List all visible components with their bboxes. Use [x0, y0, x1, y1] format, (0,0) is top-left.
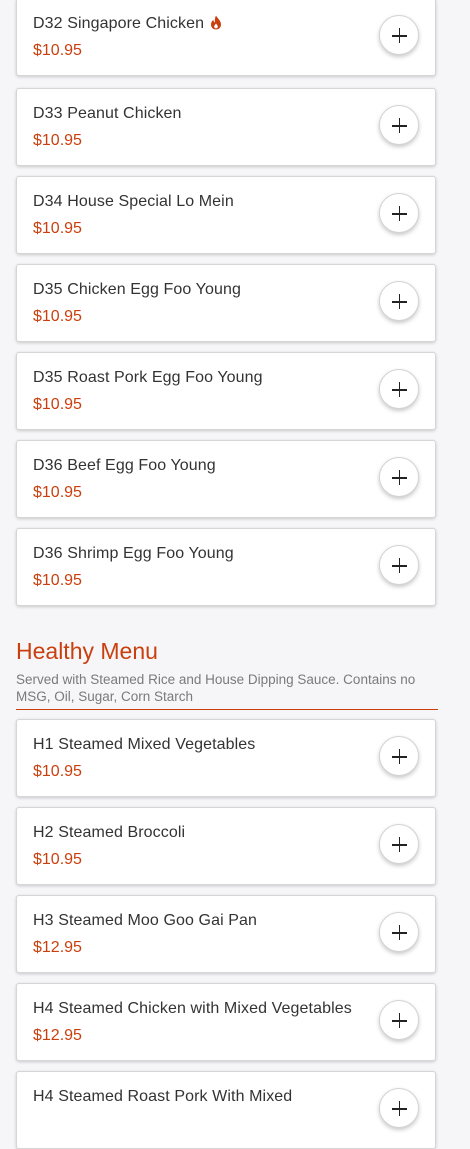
add-item-button[interactable]: [379, 1088, 419, 1128]
menu-item-name: D35 Roast Pork Egg Foo Young: [33, 369, 263, 386]
menu-item-card[interactable]: H3 Steamed Moo Goo Gai Pan $12.95: [16, 895, 436, 973]
menu-item-name: D35 Chicken Egg Foo Young: [33, 281, 241, 298]
menu-item-card[interactable]: D35 Chicken Egg Foo Young $10.95: [16, 264, 436, 342]
menu-item-card[interactable]: D36 Shrimp Egg Foo Young $10.95: [16, 528, 436, 606]
section-description: Served with Steamed Rice and House Dippi…: [16, 672, 416, 704]
section-divider: [16, 709, 438, 710]
menu-item-name: H4 Steamed Roast Pork With Mixed: [33, 1088, 293, 1105]
fire-icon: [211, 15, 222, 30]
menu-item-price: $12.95: [33, 939, 82, 956]
menu-item-price: $10.95: [33, 484, 82, 501]
add-item-button[interactable]: [379, 912, 419, 952]
add-item-button[interactable]: [379, 193, 419, 233]
menu-item-name: H1 Steamed Mixed Vegetables: [33, 736, 256, 753]
menu-item-name: D36 Beef Egg Foo Young: [33, 457, 216, 474]
add-item-button[interactable]: [379, 15, 419, 55]
menu-item-name: H2 Steamed Broccoli: [33, 824, 186, 841]
add-item-button[interactable]: [379, 545, 419, 585]
menu-item-card[interactable]: H4 Steamed Chicken with Mixed Vegetables…: [16, 983, 436, 1061]
menu-item-price: $10.95: [33, 132, 82, 149]
menu-item-price: $10.95: [33, 42, 82, 59]
menu-item-card[interactable]: D36 Beef Egg Foo Young $10.95: [16, 440, 436, 518]
menu-item-price: $12.95: [33, 1027, 82, 1044]
menu-item-card[interactable]: D32 Singapore Chicken $10.95: [16, 0, 436, 76]
add-item-button[interactable]: [379, 105, 419, 145]
add-item-button[interactable]: [379, 281, 419, 321]
add-item-button[interactable]: [379, 824, 419, 864]
menu-item-name: D36 Shrimp Egg Foo Young: [33, 545, 234, 562]
menu-item-price: $10.95: [33, 308, 82, 325]
menu-item-name: D34 House Special Lo Mein: [33, 193, 234, 210]
menu-item-name: H4 Steamed Chicken with Mixed Vegetables: [33, 1000, 352, 1017]
menu-item-name: H3 Steamed Moo Goo Gai Pan: [33, 912, 258, 929]
menu-item-price: $10.95: [33, 396, 82, 413]
menu-item-price: $10.95: [33, 851, 82, 868]
menu-item-price: $10.95: [33, 572, 82, 589]
add-item-button[interactable]: [379, 369, 419, 409]
add-item-button[interactable]: [379, 736, 419, 776]
add-item-button[interactable]: [379, 457, 419, 497]
section-title: Healthy Menu: [16, 638, 158, 664]
menu-item-card[interactable]: H1 Steamed Mixed Vegetables $10.95: [16, 719, 436, 797]
menu-item-card[interactable]: D34 House Special Lo Mein $10.95: [16, 176, 436, 254]
menu-item-price: $10.95: [33, 763, 82, 780]
menu-item-card[interactable]: D35 Roast Pork Egg Foo Young $10.95: [16, 352, 436, 430]
menu-item-price: $10.95: [33, 220, 82, 237]
menu-item-name: D32 Singapore Chicken: [33, 15, 222, 33]
menu-item-card[interactable]: H2 Steamed Broccoli $10.95: [16, 807, 436, 885]
menu-item-card[interactable]: D33 Peanut Chicken $10.95: [16, 88, 436, 166]
add-item-button[interactable]: [379, 1000, 419, 1040]
menu-item-card[interactable]: H4 Steamed Roast Pork With Mixed: [16, 1071, 436, 1149]
menu-item-name: D33 Peanut Chicken: [33, 105, 182, 122]
